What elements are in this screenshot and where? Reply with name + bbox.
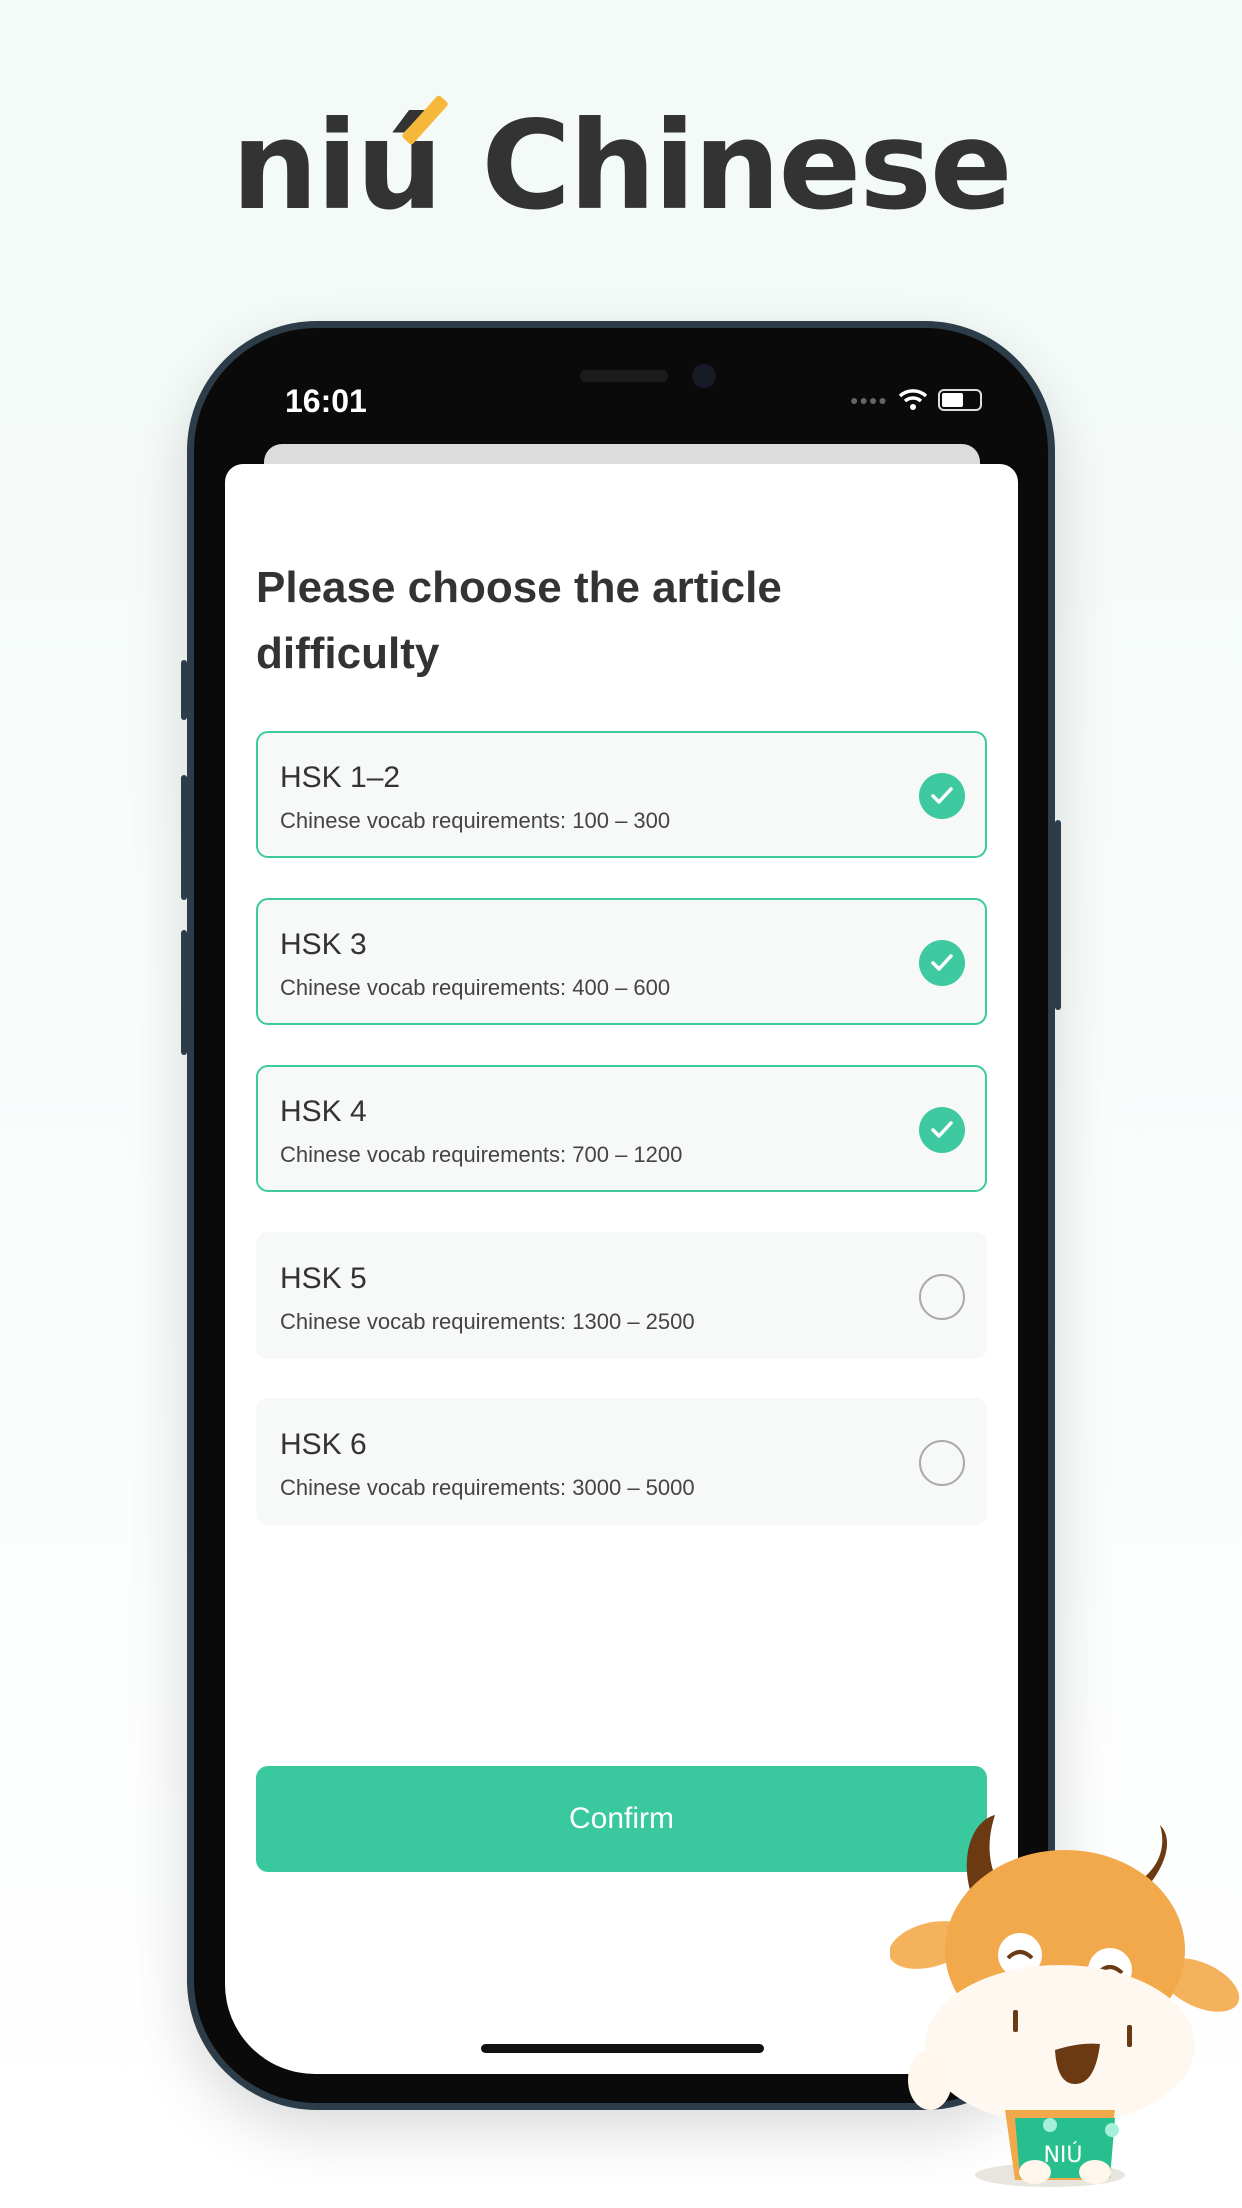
- app-logo: niú Chinese: [231, 95, 1012, 237]
- page-title: Please choose the article difficulty: [256, 563, 782, 678]
- option-name: HSK 1–2: [280, 761, 401, 794]
- signal-icon: ●●●●: [850, 392, 888, 408]
- home-indicator: [481, 2044, 764, 2053]
- status-icons: ●●●●: [850, 388, 982, 412]
- phone-side-button: [181, 775, 187, 900]
- checkmark-circle-icon[interactable]: [919, 940, 965, 986]
- difficulty-option[interactable]: HSK 6 Chinese vocab requirements: 3000 –…: [256, 1398, 987, 1525]
- checkmark-circle-icon[interactable]: [919, 1107, 965, 1153]
- confirm-button[interactable]: Confirm: [256, 1766, 987, 1872]
- option-vocab-range: Chinese vocab requirements: 3000 – 5000: [280, 1475, 695, 1500]
- difficulty-option[interactable]: HSK 5 Chinese vocab requirements: 1300 –…: [256, 1232, 987, 1359]
- option-name: HSK 5: [280, 1262, 367, 1295]
- empty-circle-icon[interactable]: [919, 1274, 965, 1320]
- difficulty-option[interactable]: HSK 1–2 Chinese vocab requirements: 100 …: [256, 731, 987, 858]
- option-name: HSK 4: [280, 1095, 367, 1128]
- camera: [692, 364, 716, 388]
- option-vocab-range: Chinese vocab requirements: 400 – 600: [280, 975, 671, 1000]
- option-vocab-range: Chinese vocab requirements: 700 – 1200: [280, 1142, 683, 1167]
- option-name: HSK 6: [280, 1428, 367, 1461]
- cow-mascot: NIÚ: [890, 1815, 1240, 2187]
- status-time: 16:01: [285, 383, 367, 419]
- difficulty-option[interactable]: HSK 4 Chinese vocab requirements: 700 – …: [256, 1065, 987, 1192]
- battery-icon: [937, 389, 982, 411]
- phone-side-button: [1055, 820, 1061, 1010]
- overall-text: NIÚ: [1043, 2142, 1082, 2168]
- checkmark-circle-icon[interactable]: [919, 773, 965, 819]
- phone-side-button: [181, 930, 187, 1055]
- option-vocab-range: Chinese vocab requirements: 100 – 300: [280, 808, 671, 833]
- option-name: HSK 3: [280, 928, 367, 961]
- difficulty-option[interactable]: HSK 3 Chinese vocab requirements: 400 – …: [256, 898, 987, 1025]
- empty-circle-icon[interactable]: [919, 1440, 965, 1486]
- speaker: [580, 370, 668, 382]
- phone-side-button: [181, 660, 187, 720]
- option-vocab-range: Chinese vocab requirements: 1300 – 2500: [280, 1309, 695, 1334]
- wifi-icon: [898, 389, 928, 410]
